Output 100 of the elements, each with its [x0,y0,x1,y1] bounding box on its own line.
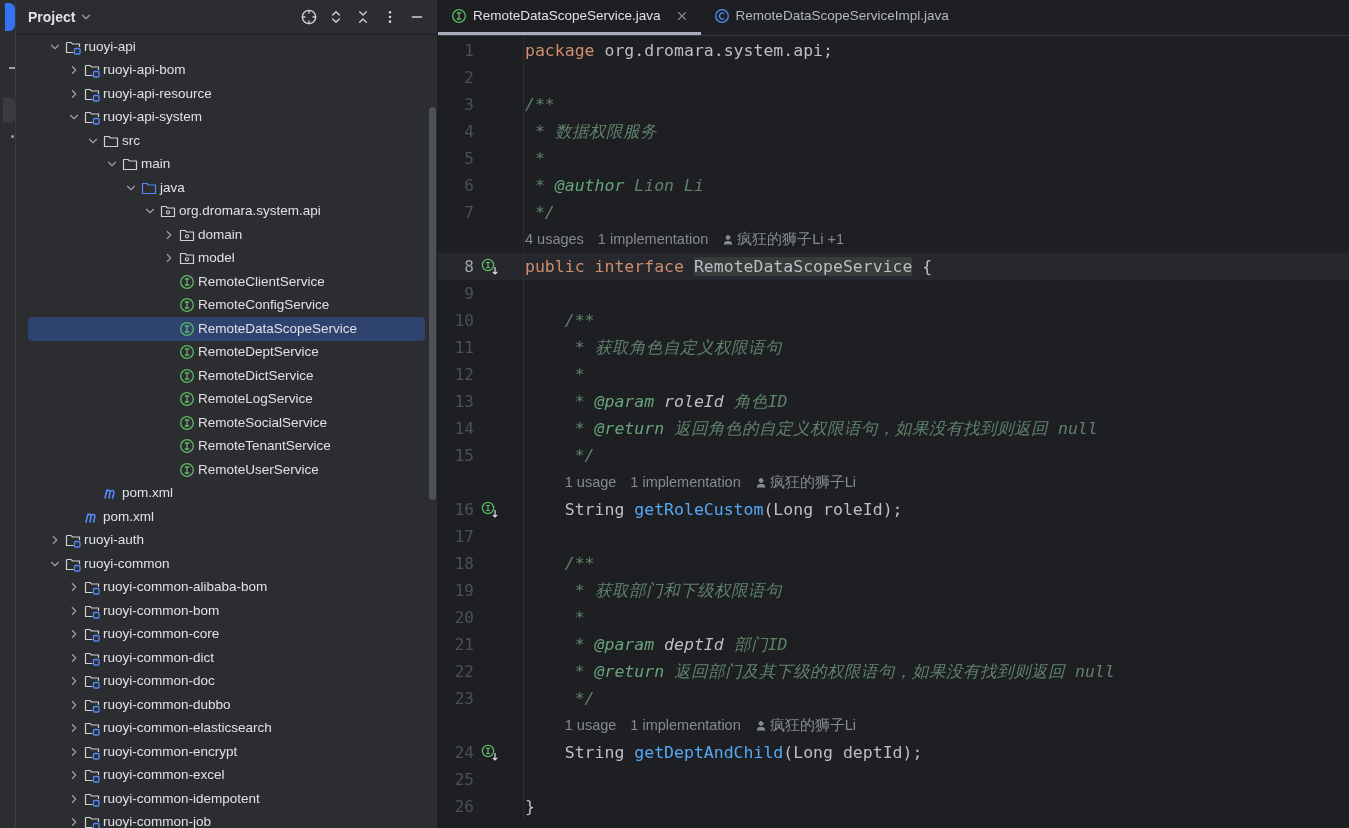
tree-item[interactable]: RemoteDeptService [28,340,425,364]
interface-icon [179,391,195,408]
module-folder-icon [84,109,100,126]
line-number: 8 [463,255,474,278]
code-line: * @return 返回部门及其下级的权限语句，如果没有找到则返回 null [573,661,1115,683]
interface-icon [179,461,195,478]
code-line: String getRoleCustom(Long roleId); [563,499,903,521]
tree-item[interactable]: ruoyi-common-idempotent [28,787,425,811]
interface-icon [179,414,195,431]
module-folder-icon [84,579,100,596]
locate-icon[interactable] [301,9,317,25]
module-folder-icon [84,720,100,737]
tree-item[interactable]: RemoteDictService [28,364,425,388]
project-tool-icon[interactable] [5,3,15,31]
module-folder-icon [65,532,81,549]
tree-item[interactable]: ruoyi-common-elasticsearch [28,716,425,740]
module-folder-icon [84,814,100,828]
implemented-marker-icon[interactable] [481,501,499,518]
tree-item[interactable]: ruoyi-common-dubbo [28,693,425,717]
package-folder-icon [160,203,176,220]
code-line: * [533,148,545,170]
code-line: */ [533,202,555,224]
tree-item[interactable]: ruoyi-common-dict [28,646,425,670]
code-line: * @author Lion Li [533,175,704,197]
interface-icon [179,367,195,384]
usages-hint[interactable]: 4 usages [525,228,584,251]
code-line: public interface RemoteDataScopeService { [524,256,933,278]
interface-icon [179,320,195,337]
author-hint[interactable]: 疯狂的狮子Li [769,714,857,737]
code-line: * 数据权限服务 [533,121,657,143]
interface-icon [451,8,467,24]
tree-item[interactable]: ruoyi-api-system [28,105,425,129]
code-line: /** [563,553,595,575]
class-icon [713,8,730,24]
code-line: String getDeptAndChild(Long deptId); [563,742,923,764]
tree-item[interactable]: ruoyi-api-resource [28,82,425,106]
tree-item[interactable]: ruoyi-common-doc [28,669,425,693]
tree-item[interactable]: RemoteTenantService [28,434,425,458]
tree-item[interactable]: RemoteSocialService [28,411,425,435]
code-line: * 获取角色自定义权限语句 [573,337,782,359]
usages-hint[interactable]: 1 usage [564,471,617,494]
tree-item[interactable]: src [28,129,425,153]
interface-icon [179,273,195,290]
code-line: * [573,364,585,386]
code-line: * @param deptId 部门ID [573,634,788,656]
interface-icon [179,344,195,361]
implemented-marker-icon[interactable] [481,258,499,275]
tree-item[interactable]: org.dromara.system.api [28,199,425,223]
tree-item[interactable]: ruoyi-common-encrypt [28,740,425,764]
implemented-marker-icon[interactable] [481,744,499,761]
module-folder-icon [84,62,100,79]
implementations-hint[interactable]: 1 implementation [630,471,741,494]
code-line: */ [573,688,595,710]
tree-item[interactable]: RemoteDataScopeService [28,317,425,341]
scrollbar-thumb[interactable] [429,107,436,500]
tree-item[interactable]: ruoyi-api [28,35,425,59]
code-line: * [573,607,585,629]
interface-icon [179,438,195,455]
tree-item[interactable]: ruoyi-common-core [28,622,425,646]
tree-item[interactable]: ruoyi-common-bom [28,599,425,623]
code-line: * 获取部门和下级权限语句 [573,580,782,602]
tree-item[interactable]: ruoyi-common-job [28,810,425,828]
interface-icon [179,297,195,314]
tree-item[interactable]: ruoyi-common-alibaba-bom [28,575,425,599]
tree-item[interactable]: pom.xml [28,481,425,505]
code-line: } [524,796,535,818]
tree-item[interactable]: pom.xml [28,505,425,529]
tree-item[interactable]: ruoyi-api-bom [28,58,425,82]
tree-item[interactable]: ruoyi-auth [28,528,425,552]
implementations-hint[interactable]: 1 implementation [597,228,709,251]
usages-hint[interactable]: 1 usage [564,714,617,737]
tree-item[interactable]: RemoteClientService [28,270,425,294]
code-line: /** [524,94,555,116]
implementations-hint[interactable]: 1 implementation [630,714,741,737]
editor-tab[interactable]: RemoteDataScopeServiceImpl.java [700,0,961,35]
author-hint[interactable]: 疯狂的狮子Li [769,471,857,494]
author-hint[interactable]: 疯狂的狮子Li +1 [737,228,845,251]
tree-item[interactable]: model [28,246,425,270]
package-folder-icon [179,250,195,267]
code-line: package org.dromara.system.api; [524,40,833,62]
module-folder-icon [84,767,100,784]
tree-item[interactable]: main [28,152,425,176]
module-folder-icon [84,626,100,643]
code-line: * @return 返回角色的自定义权限语句，如果没有找到则返回 null [573,418,1098,440]
folder-icon [122,156,138,173]
tree-item[interactable]: java [28,176,425,200]
person-icon [754,719,767,732]
person-icon [754,476,767,489]
tree-item[interactable]: ruoyi-common-excel [28,763,425,787]
tree-item[interactable]: RemoteConfigService [28,293,425,317]
tree-item[interactable]: domain [28,223,425,247]
code-line: /** [563,310,595,332]
tree-item[interactable]: RemoteLogService [28,387,425,411]
dots-icon[interactable] [11,135,14,138]
code-line: */ [573,445,595,467]
person-icon [722,233,735,246]
tree-item[interactable]: RemoteUserService [28,458,425,482]
tree-item[interactable]: ruoyi-common [28,552,425,576]
module-folder-icon [84,673,100,690]
project-view-dropdown[interactable]: Project [28,6,94,28]
